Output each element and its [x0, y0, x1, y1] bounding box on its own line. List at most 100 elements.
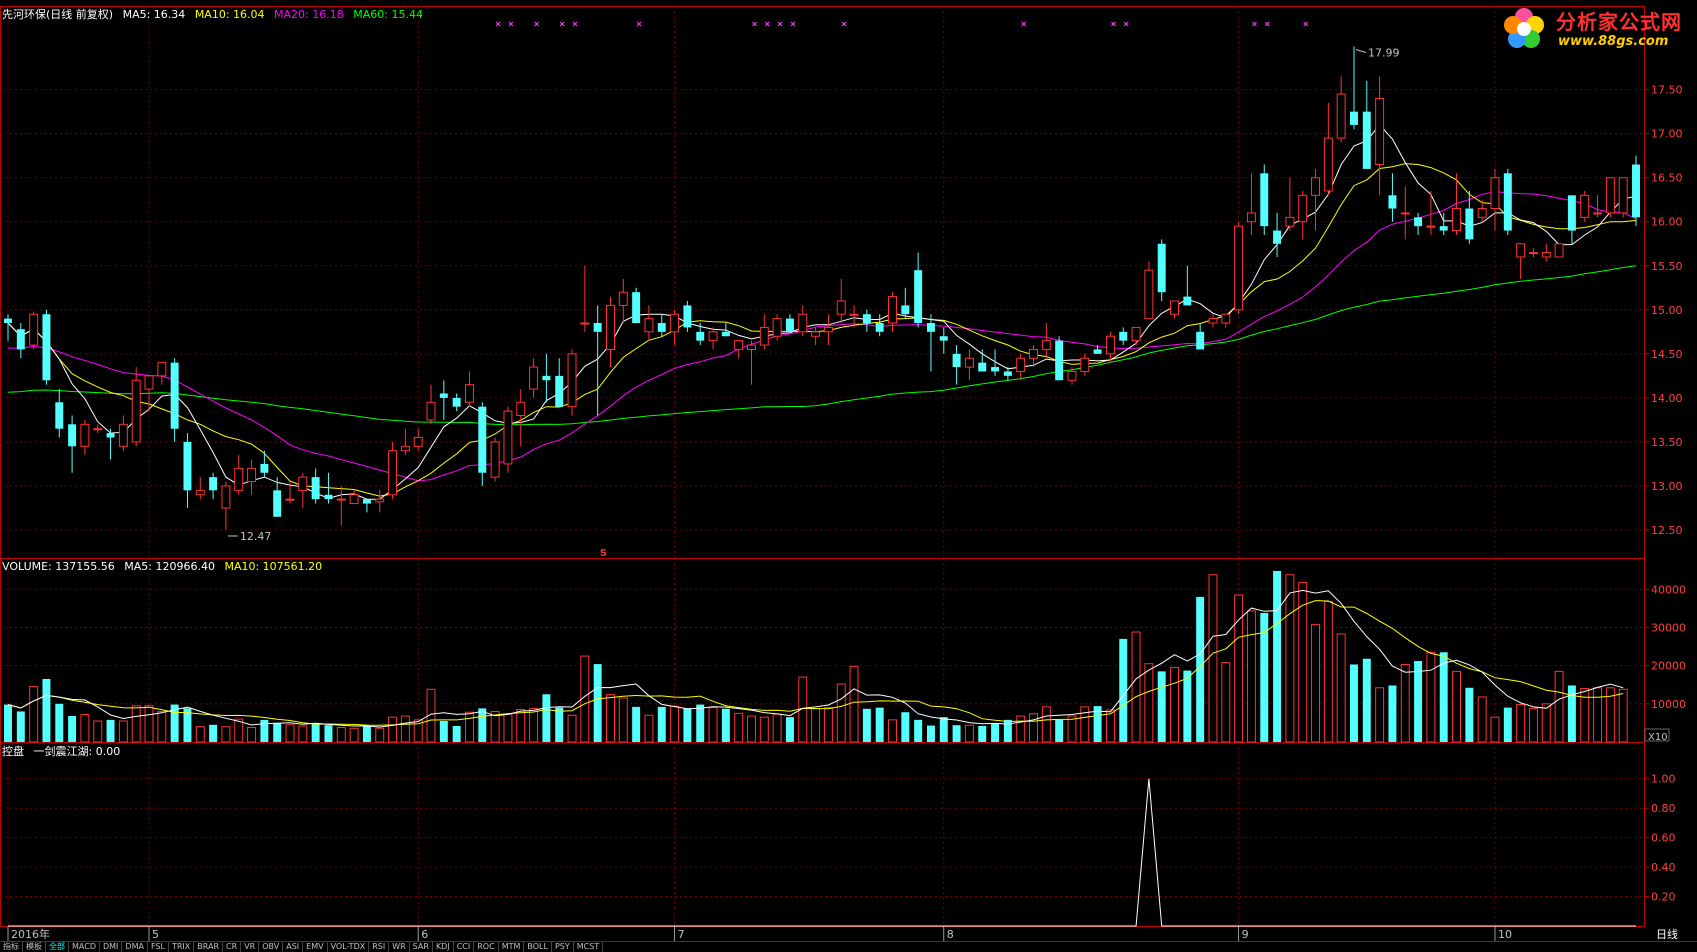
indicator-tab--[interactable]: 模板	[23, 942, 46, 952]
volume-bar	[1541, 703, 1551, 743]
stock-chart[interactable]: 17.50 17.00 16.50 16.00 15.50 15.00 14.50 14.00…	[0, 0, 1697, 952]
volume-bar	[16, 711, 25, 742]
volume-bar	[465, 711, 474, 743]
indicator-tick-label: 0.60	[1651, 832, 1676, 845]
candle-body	[1144, 269, 1154, 320]
indicator-tab-rsi[interactable]: RSI	[369, 942, 390, 952]
candle-body	[1196, 331, 1205, 350]
indicator-tab-cr[interactable]: CR	[223, 942, 242, 952]
candle-body	[273, 490, 282, 517]
indicator-name: 控盘	[2, 745, 24, 758]
volume-bar	[836, 683, 846, 743]
signal-x-marker	[790, 21, 796, 27]
candle-body	[1490, 177, 1500, 210]
indicator-tab-cci[interactable]: CCI	[454, 942, 475, 952]
indicator-tab-dma[interactable]: DMA	[122, 942, 148, 952]
candle-body	[106, 433, 115, 438]
volume-bar	[888, 719, 897, 743]
price-tick-label: 15.00	[1651, 304, 1683, 317]
volume-bar	[1029, 713, 1038, 743]
candle-body	[478, 406, 487, 473]
indicator-tab-trix[interactable]: TRIX	[169, 942, 195, 952]
volume-bar	[1465, 687, 1474, 742]
volume-bar	[593, 664, 602, 742]
volume-bar	[1273, 570, 1282, 742]
candle-body	[606, 304, 615, 350]
indicator-tab-mtm[interactable]: MTM	[499, 942, 525, 952]
indicator-tab-sar[interactable]: SAR	[410, 942, 433, 952]
indicator-tab-emv[interactable]: EMV	[303, 942, 328, 952]
candle-body	[875, 323, 884, 332]
volume-bar	[1336, 633, 1346, 743]
candle-body	[1350, 111, 1358, 125]
candle-body	[465, 384, 474, 403]
month-tick-label: 10	[1498, 928, 1512, 941]
indicator-tab-obv[interactable]: OBV	[259, 942, 284, 952]
volume-bar	[400, 715, 410, 743]
volume-bar	[926, 725, 935, 742]
volume-bar	[1170, 667, 1179, 743]
volume-bar	[772, 713, 782, 743]
volume-bar	[1439, 652, 1448, 742]
candle-body	[1362, 111, 1371, 169]
indicator-tab-mcst[interactable]: MCST	[574, 942, 604, 952]
candle-body	[298, 476, 308, 491]
indicator-tab-vr[interactable]: VR	[241, 942, 260, 952]
high-price-label: 17.99	[1368, 46, 1400, 59]
indicator-tab--[interactable]: 全部	[46, 942, 69, 952]
indicator-tab-fsl[interactable]: FSL	[148, 942, 169, 952]
indicator-tab-boll[interactable]: BOLL	[524, 942, 552, 952]
candle-body	[696, 331, 705, 341]
candle-body	[221, 485, 231, 509]
candle-body	[1041, 340, 1051, 350]
candle-body	[1055, 340, 1064, 381]
candle-body	[285, 498, 295, 501]
indicator-tab-kdj[interactable]: KDJ	[433, 942, 454, 952]
volume-bar	[93, 720, 103, 743]
candle-body	[683, 305, 692, 328]
indicator-tab-roc[interactable]: ROC	[474, 942, 499, 952]
logo-url[interactable]: www.88gs.com	[1558, 34, 1668, 49]
candle-body	[1477, 208, 1487, 218]
indicator-tab-psy[interactable]: PSY	[552, 942, 574, 952]
volume-bar	[1183, 670, 1192, 742]
indicator-tab--[interactable]: 指标	[0, 942, 23, 952]
indicator-line	[8, 778, 1636, 927]
volume-value: VOLUME: 137155.56	[2, 560, 115, 573]
candle-body	[349, 494, 359, 505]
candle-body	[798, 313, 808, 333]
candle-body	[978, 362, 987, 372]
candle-body	[1093, 349, 1102, 354]
volume-bar	[336, 726, 346, 743]
indicator-tab-macd[interactable]: MACD	[69, 942, 100, 952]
volume-bar	[542, 694, 551, 742]
logo-name: 分析家公式网	[1556, 10, 1682, 34]
volume-bar	[1246, 610, 1256, 743]
signal-x-marker	[777, 21, 783, 27]
indicator-tab-asi[interactable]: ASI	[283, 942, 304, 952]
indicator-tab-dmi[interactable]: DMI	[100, 942, 123, 952]
volume-bar	[1618, 688, 1628, 743]
volume-panel-frame	[0, 558, 1645, 743]
indicator-tick-label: 1.00	[1651, 773, 1676, 786]
indicator-tab-wr[interactable]: WR	[389, 942, 410, 952]
candle-body	[964, 357, 974, 368]
candle-body	[413, 437, 423, 447]
candle-body	[926, 323, 935, 332]
signal-x-marker	[1123, 21, 1129, 27]
candle-body	[1452, 208, 1462, 232]
volume-tick-label: 10000	[1651, 698, 1686, 711]
candle-body	[914, 270, 923, 324]
volume-bar	[1362, 658, 1371, 742]
volume-bar	[144, 705, 154, 743]
indicator-tab-brar[interactable]: BRAR	[194, 942, 224, 952]
signal-x-marker	[508, 21, 514, 27]
volume-bar	[1016, 715, 1026, 743]
candle-body	[516, 401, 526, 416]
volume-bar	[1221, 662, 1231, 743]
candle-body	[170, 362, 179, 429]
period-label: 日线	[1656, 927, 1678, 941]
volume-bar	[567, 714, 577, 743]
candle-body	[618, 291, 628, 306]
indicator-tab-vol-tdx[interactable]: VOL-TDX	[328, 942, 370, 952]
